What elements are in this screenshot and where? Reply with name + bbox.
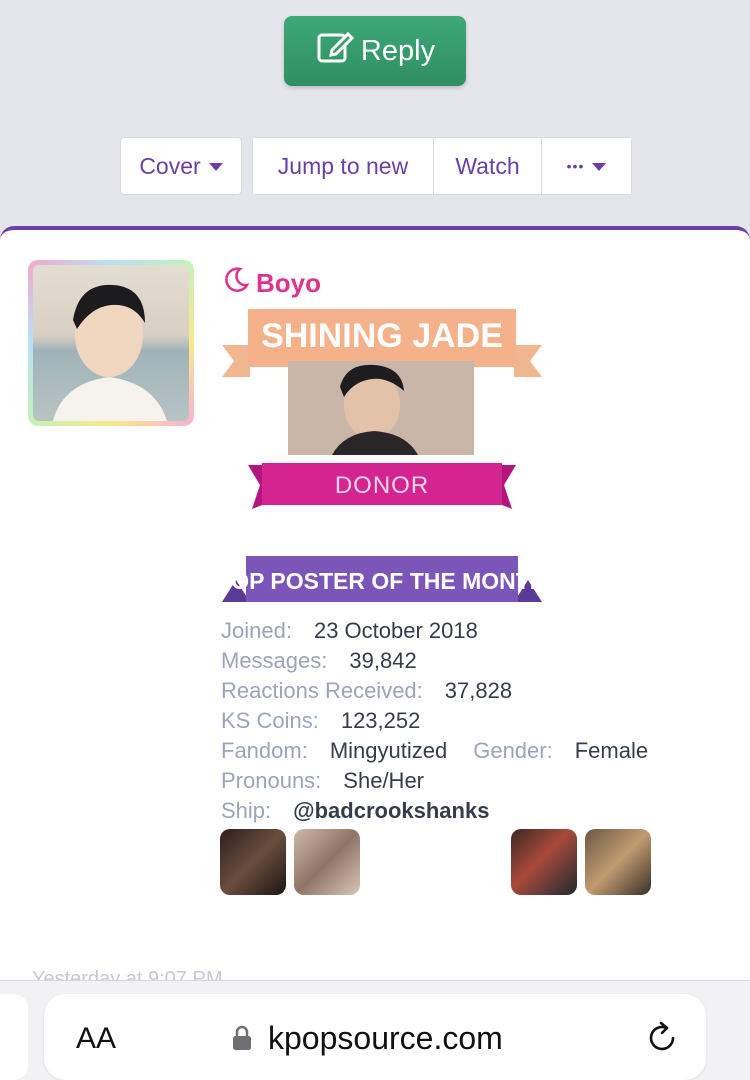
username[interactable]: Boyo bbox=[222, 266, 321, 301]
watch-button[interactable]: Watch bbox=[434, 137, 542, 195]
jump-to-new-button[interactable]: Jump to new bbox=[252, 137, 434, 195]
ship-link[interactable]: @badcrookshanks bbox=[293, 796, 489, 826]
jump-label: Jump to new bbox=[277, 152, 409, 179]
ship-thumbnail bbox=[294, 829, 360, 895]
more-options-button[interactable]: ••• bbox=[542, 137, 632, 195]
ship-label: Ship: bbox=[221, 798, 272, 823]
text-size-button[interactable]: AA bbox=[76, 1022, 116, 1056]
cover-button[interactable]: Cover bbox=[120, 137, 242, 195]
gender-value: Female bbox=[574, 738, 649, 763]
messages-label: Messages: bbox=[221, 648, 328, 673]
fandom-label: Fandom: bbox=[221, 738, 308, 763]
user-stats: Joined: 23 October 2018 Messages: 39,842 R… bbox=[221, 616, 648, 826]
messages-value: 39,842 bbox=[349, 648, 417, 673]
fandom-value: Mingyutized bbox=[329, 738, 448, 763]
coins-label: KS Coins: bbox=[221, 708, 319, 733]
chevron-down-icon bbox=[592, 163, 607, 171]
watch-label: Watch bbox=[455, 152, 520, 179]
thread-toolbar: Cover Jump to new Watch ••• bbox=[120, 137, 632, 195]
avatar-photo bbox=[33, 265, 189, 421]
joined-value: 23 October 2018 bbox=[313, 618, 478, 643]
joined-label: Joined: bbox=[221, 618, 292, 643]
reply-label: Reply bbox=[360, 34, 436, 67]
edit-icon bbox=[315, 27, 355, 75]
more-dots-icon: ••• bbox=[566, 158, 585, 174]
badge-text: TOP POSTER OF THE MONTH bbox=[222, 568, 542, 594]
reload-icon[interactable] bbox=[644, 1020, 680, 1056]
chevron-down-icon bbox=[208, 163, 223, 171]
url-text[interactable]: kpopsource.com bbox=[268, 1020, 503, 1057]
previous-tab-preview[interactable] bbox=[0, 994, 28, 1080]
moon-icon bbox=[222, 266, 250, 301]
text-size-label: AA bbox=[76, 1022, 117, 1055]
avatar[interactable] bbox=[28, 260, 194, 426]
username-label: Boyo bbox=[256, 268, 321, 298]
reactions-label: Reactions Received: bbox=[221, 678, 423, 703]
ship-thumbnail bbox=[511, 829, 577, 895]
lock-icon bbox=[233, 1025, 251, 1050]
ship-thumbnail bbox=[220, 829, 286, 895]
coins-value: 123,252 bbox=[340, 708, 421, 733]
top-poster-badge: TOP POSTER OF THE MONTH bbox=[222, 556, 542, 602]
gender-label: Gender: bbox=[473, 738, 553, 763]
reply-button[interactable]: Reply bbox=[284, 16, 466, 86]
reactions-value: 37,828 bbox=[444, 678, 513, 703]
banner-ribbon: DONOR bbox=[335, 472, 429, 499]
cover-label: Cover bbox=[139, 152, 201, 179]
ship-thumbnails-right bbox=[511, 829, 651, 895]
banner-title: SHINING JADE bbox=[261, 317, 503, 355]
shining-jade-donor-banner: SHINING JADE DONOR bbox=[222, 309, 542, 509]
pronouns-value: She/Her bbox=[343, 768, 425, 793]
ship-thumbnails-left bbox=[220, 829, 360, 895]
pronouns-label: Pronouns: bbox=[221, 768, 322, 793]
ship-thumbnail bbox=[585, 829, 651, 895]
